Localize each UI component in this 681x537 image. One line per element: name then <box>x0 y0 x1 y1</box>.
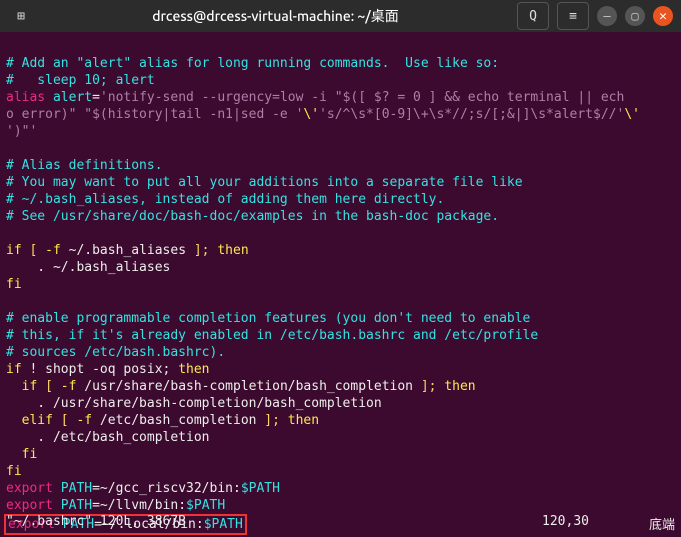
maximize-button[interactable]: ▢ <box>625 6 645 26</box>
code-line: . /usr/share/bash-completion/bash_comple… <box>6 396 382 411</box>
code-line: # Add an "alert" alias for long running … <box>6 56 499 71</box>
code-line: if [ -f /usr/share/bash-completion/bash_… <box>6 379 476 394</box>
code-line: fi <box>6 447 37 462</box>
code-line: o error)" "$(history|tail -n1|sed -e '\'… <box>6 107 640 122</box>
code-line: # this, if it's already enabled in /etc/… <box>6 328 538 343</box>
code-line: elif [ -f /etc/bash_completion ]; then <box>6 413 319 428</box>
code-line: ')"' <box>6 124 37 139</box>
window-title: drcess@drcess-virtual-machine: ~/桌面 <box>152 6 399 26</box>
close-button[interactable]: ✕ <box>653 6 673 26</box>
window-titlebar: ⊞ drcess@drcess-virtual-machine: ~/桌面 Q … <box>0 0 681 32</box>
close-icon: ✕ <box>659 9 667 24</box>
status-mode: 底端 <box>649 514 675 533</box>
code-line: fi <box>6 464 22 479</box>
search-button[interactable]: Q <box>517 2 549 30</box>
code-line: # See /usr/share/doc/bash-doc/examples i… <box>6 209 499 224</box>
code-line: # You may want to put all your additions… <box>6 175 523 190</box>
code-line: # Alias definitions. <box>6 158 163 173</box>
maximize-icon: ▢ <box>631 9 638 23</box>
code-line: export PATH=~/llvm/bin:$PATH <box>6 498 225 513</box>
code-line: # ~/.bash_aliases, instead of adding the… <box>6 192 444 207</box>
code-line: # sources /etc/bash.bashrc). <box>6 345 225 360</box>
hamburger-icon: ≡ <box>569 9 577 24</box>
code-line: # enable programmable completion feature… <box>6 311 530 326</box>
new-tab-button[interactable]: ⊞ <box>8 3 34 29</box>
menu-button[interactable]: ≡ <box>557 2 589 30</box>
code-line: alias alert='notify-send --urgency=low -… <box>6 90 624 105</box>
code-line: fi <box>6 277 22 292</box>
status-pos: 120,30 <box>542 514 589 533</box>
code-line: . /etc/bash_completion <box>6 430 210 445</box>
code-line: . ~/.bash_aliases <box>6 260 170 275</box>
code-line: # sleep 10; alert <box>6 73 155 88</box>
code-line: if [ -f ~/.bash_aliases ]; then <box>6 243 249 258</box>
minimize-button[interactable]: — <box>597 6 617 26</box>
vim-status-line: "~/.bashrc" 120L, 3867B 120,30 底端 <box>6 514 675 533</box>
code-line: export PATH=~/gcc_riscv32/bin:$PATH <box>6 481 280 496</box>
terminal-content[interactable]: # Add an "alert" alias for long running … <box>0 32 681 535</box>
minimize-icon: — <box>603 9 610 23</box>
new-tab-icon: ⊞ <box>17 9 25 24</box>
status-file: "~/.bashrc" 120L, 3867B <box>6 514 186 533</box>
search-icon: Q <box>529 9 537 24</box>
code-line: if ! shopt -oq posix; then <box>6 362 210 377</box>
